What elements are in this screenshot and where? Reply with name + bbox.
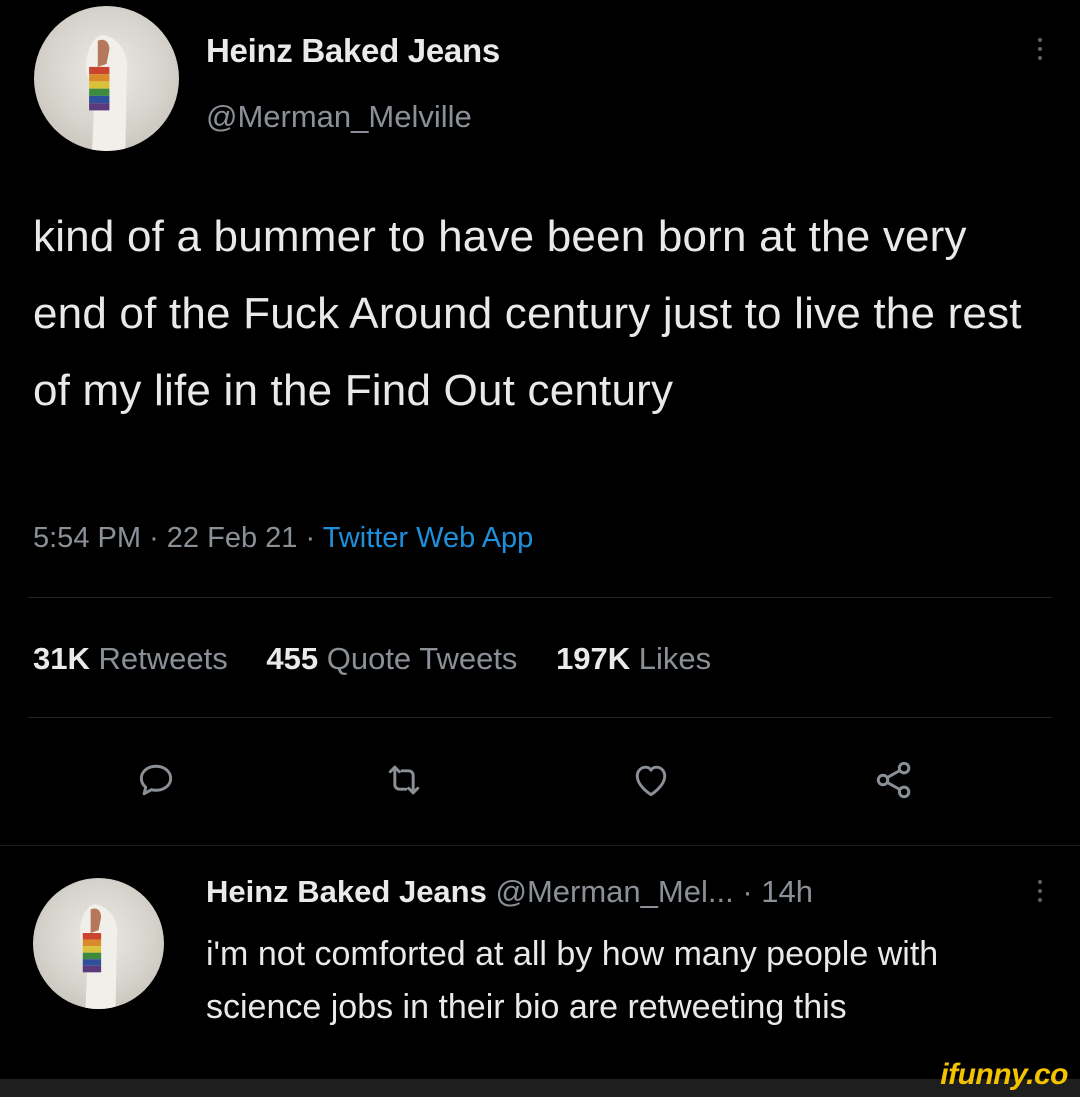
tweet-screenshot: Heinz Baked Jeans @Merman_Melville kind … bbox=[0, 0, 1080, 1097]
tweet-text: kind of a bummer to have been born at th… bbox=[33, 212, 1022, 415]
likes-label: Likes bbox=[638, 641, 712, 676]
meta-separator: · bbox=[149, 522, 159, 554]
reply-author-avatar[interactable] bbox=[33, 878, 164, 1009]
avatar-image bbox=[80, 904, 118, 1009]
reply-author-name[interactable]: Heinz Baked Jeans bbox=[206, 874, 487, 909]
author-handle[interactable]: @Merman_Melville bbox=[206, 99, 472, 135]
tweet-source[interactable]: Twitter Web App bbox=[323, 522, 534, 554]
author-avatar[interactable] bbox=[34, 6, 179, 151]
author-name[interactable]: Heinz Baked Jeans bbox=[206, 32, 500, 70]
avatar-image bbox=[86, 35, 128, 151]
reply-header: Heinz Baked Jeans @Merman_Mel... · 14h bbox=[206, 874, 813, 910]
more-options-icon[interactable] bbox=[1033, 38, 1047, 60]
watermark-bar bbox=[0, 1079, 1080, 1097]
tweet-stats: 31K Retweets 455 Quote Tweets 197K Likes bbox=[33, 641, 741, 677]
likes-stat[interactable]: 197K Likes bbox=[556, 641, 711, 676]
tweet-time: 5:54 PM bbox=[33, 522, 141, 554]
retweets-label: Retweets bbox=[98, 641, 228, 676]
reply-author-handle[interactable]: @Merman_Mel... bbox=[495, 874, 733, 909]
reply-more-options-icon[interactable] bbox=[1033, 880, 1047, 902]
reply-separator: · bbox=[742, 874, 753, 909]
retweets-count: 31K bbox=[33, 641, 90, 676]
reply-text: i'm not comforted at all by how many peo… bbox=[206, 935, 939, 1026]
reply-age[interactable]: 14h bbox=[761, 874, 813, 909]
tweet-meta: 5:54 PM · 22 Feb 21 · Twitter Web App bbox=[33, 522, 533, 555]
tweet-date[interactable]: 22 Feb 21 bbox=[167, 522, 298, 554]
share-icon[interactable] bbox=[872, 758, 916, 802]
like-icon[interactable] bbox=[629, 758, 673, 802]
divider bbox=[0, 845, 1080, 846]
meta-separator: · bbox=[305, 522, 316, 554]
watermark-logo: ifunny.co bbox=[940, 1058, 1068, 1091]
quote-tweets-label: Quote Tweets bbox=[326, 641, 518, 676]
likes-count: 197K bbox=[556, 641, 631, 676]
quote-tweets-stat[interactable]: 455 Quote Tweets bbox=[266, 641, 517, 676]
divider bbox=[28, 717, 1052, 718]
quote-tweets-count: 455 bbox=[266, 641, 319, 676]
reply-icon[interactable] bbox=[134, 758, 178, 802]
divider bbox=[28, 597, 1052, 598]
retweets-stat[interactable]: 31K Retweets bbox=[33, 641, 228, 676]
retweet-icon[interactable] bbox=[382, 758, 426, 802]
